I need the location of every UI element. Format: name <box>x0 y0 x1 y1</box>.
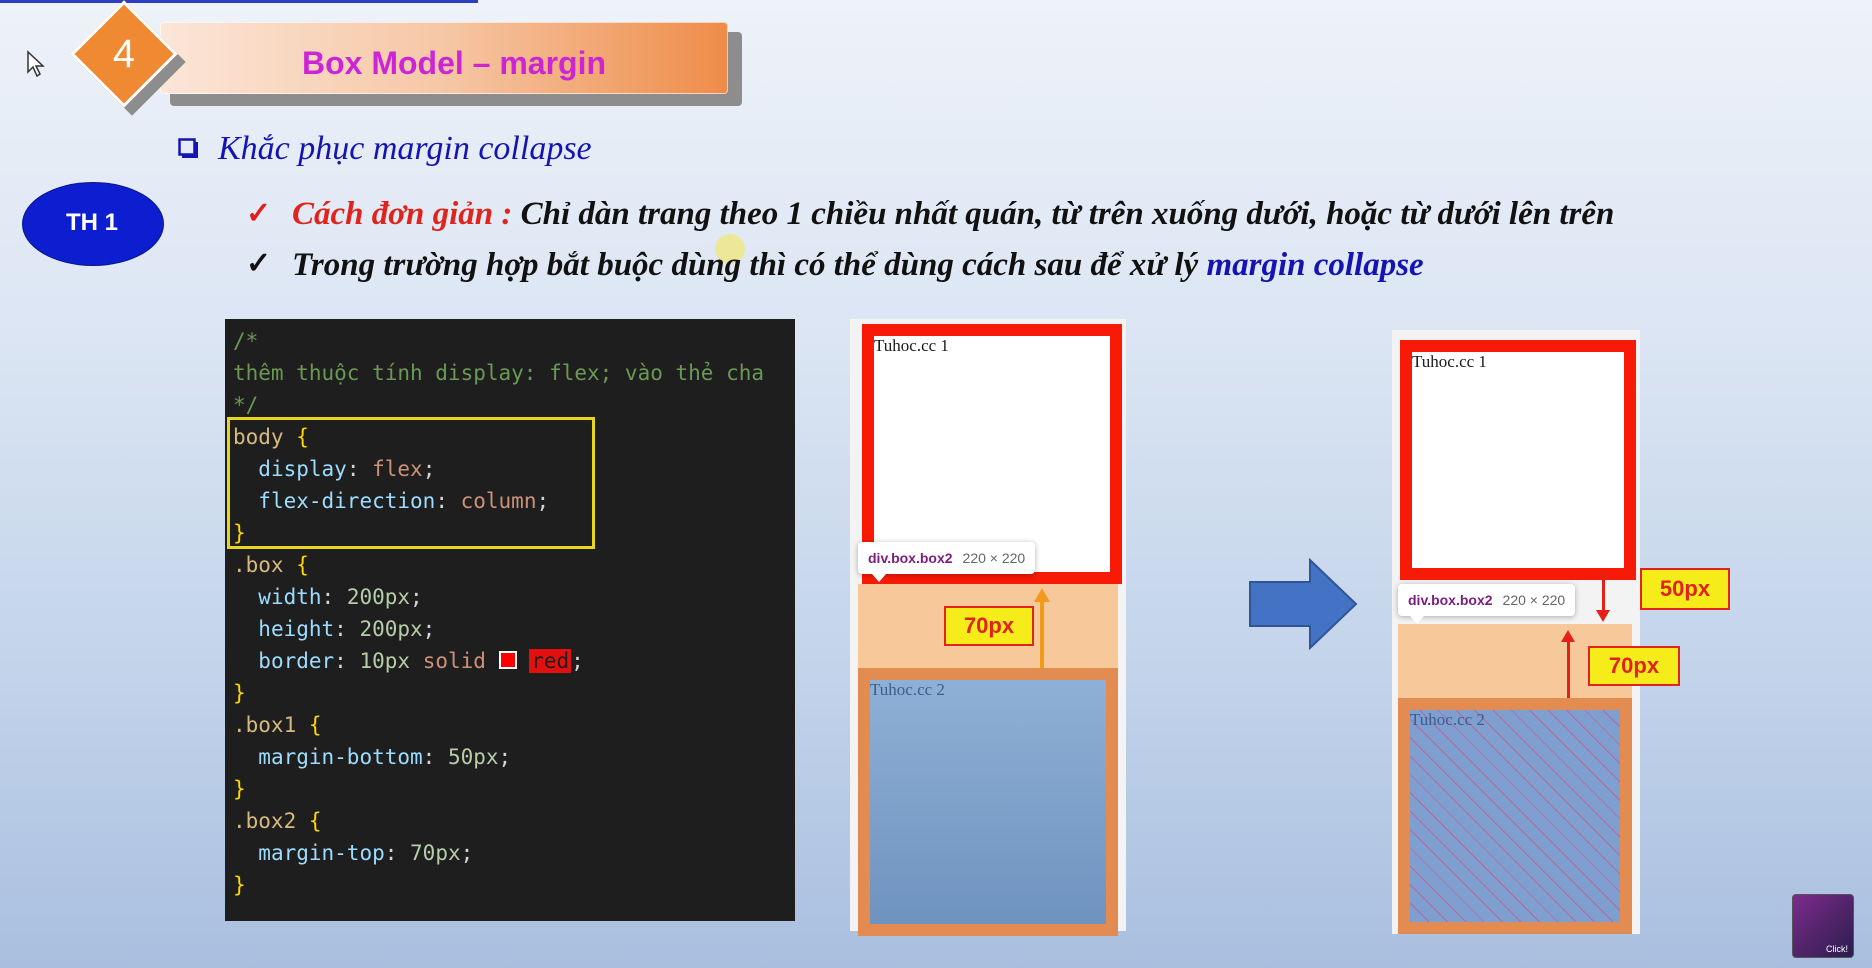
devtools-tooltip: div.box.box2 220 × 220 <box>1398 584 1576 616</box>
code-line: margin-bottom: 50px; <box>258 745 512 769</box>
box2-label: Tuhoc.cc 2 <box>870 680 945 699</box>
checkmark-icon: ✓ <box>246 247 272 280</box>
box2: Tuhoc.cc 2 <box>858 668 1118 936</box>
code-line: } <box>233 777 246 801</box>
color-swatch-icon <box>498 651 517 669</box>
code-line: .box2 { <box>233 809 322 833</box>
progress-line <box>0 0 478 3</box>
code-line: /* <box>233 329 259 353</box>
box1-label: Tuhoc.cc 1 <box>1412 352 1487 371</box>
code-line: body { <box>233 425 309 449</box>
bullet-2-text: Trong trường hợp bắt buộc dùng thì có th… <box>292 247 1199 283</box>
slide-number: 4 <box>112 32 136 76</box>
tooltip-name: div.box.box2 <box>1408 592 1493 608</box>
box2: Tuhoc.cc 2 <box>1398 698 1632 934</box>
bullet-2-highlight: margin collapse <box>1206 247 1424 283</box>
code-editor: /* thêm thuộc tính display: flex; vào th… <box>225 319 795 921</box>
code-line: flex-direction: column; <box>258 489 550 513</box>
margin-label: 70px <box>944 606 1034 646</box>
code-line: } <box>233 521 246 545</box>
slide-title: Box Model – margin <box>301 45 607 81</box>
code-line: border: 10px solid red; <box>258 649 584 673</box>
margin-bottom-label: 50px <box>1640 568 1730 610</box>
case-badge-label: TH 1 <box>65 209 118 236</box>
arrow-up-icon <box>1561 630 1575 642</box>
code-line: margin-top: 70px; <box>258 841 474 865</box>
margin-arrow <box>1040 596 1044 668</box>
cursor-icon <box>27 50 45 78</box>
tooltip-size: 220 × 220 <box>1502 592 1566 608</box>
bullet-1-label: Cách đơn giản : <box>292 196 513 232</box>
box2-label: Tuhoc.cc 2 <box>1410 710 1485 729</box>
code-line: width: 200px; <box>258 585 423 609</box>
tooltip-size: 220 × 220 <box>962 550 1026 566</box>
bullet-2: Trong trường hợp bắt buộc dùng thì có th… <box>292 247 1424 284</box>
devtools-tooltip: div.box.box2 220 × 220 <box>858 542 1036 574</box>
code-line: .box1 { <box>233 713 322 737</box>
section-heading: Khắc phục margin collapse <box>218 130 592 167</box>
box1: Tuhoc.cc 1 <box>1400 340 1636 580</box>
margin-bottom-arrow <box>1602 572 1605 614</box>
tooltip-tail <box>872 574 886 582</box>
arrow-up-icon <box>1034 588 1050 602</box>
bullet-1-text: Chỉ dàn trang theo 1 chiều nhất quán, từ… <box>520 196 1615 232</box>
code-line: } <box>233 681 246 705</box>
margin-top-label: 70px <box>1588 646 1680 686</box>
code-line: } <box>233 873 246 897</box>
tooltip-tail <box>1410 616 1424 624</box>
bullet-1: Cách đơn giản : Chỉ dàn trang theo 1 chi… <box>292 196 1614 233</box>
right-arrow-icon <box>1249 558 1358 650</box>
code-line: display: flex; <box>258 457 436 481</box>
channel-logo-label: Click! <box>1826 944 1848 954</box>
box1-label: Tuhoc.cc 1 <box>874 336 949 355</box>
code-line: thêm thuộc tính display: flex; vào thẻ c… <box>233 361 765 385</box>
code-line: height: 200px; <box>258 617 436 641</box>
checkbox-square-icon <box>178 138 198 158</box>
arrow-down-icon <box>1596 610 1610 622</box>
checkmark-icon: ✓ <box>246 197 272 230</box>
margin-top-arrow <box>1567 640 1570 698</box>
code-line: .box { <box>233 553 309 577</box>
tooltip-name: div.box.box2 <box>868 550 953 566</box>
